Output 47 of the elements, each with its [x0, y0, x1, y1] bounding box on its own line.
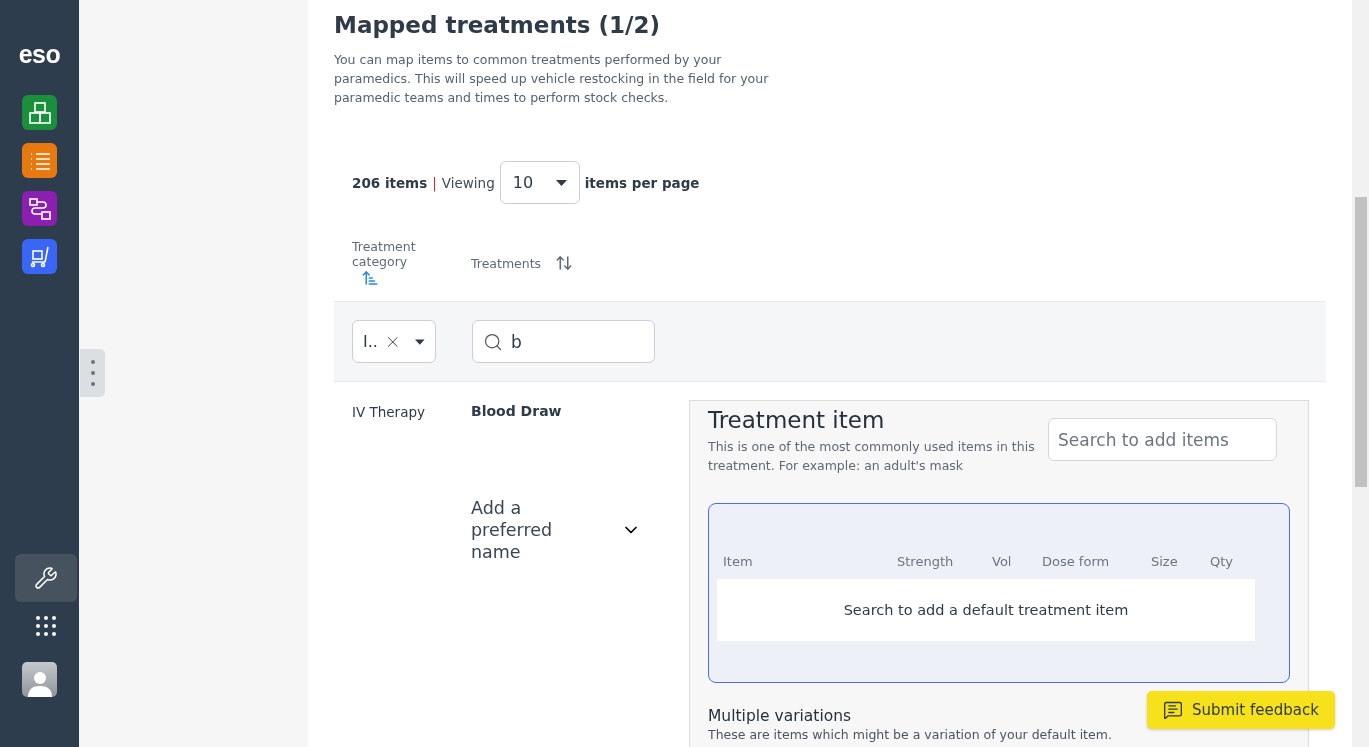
viewing-label: Viewing [441, 174, 495, 191]
avatar[interactable] [22, 662, 57, 697]
section-description: These are items which might be a variation of your default item. [708, 727, 1112, 742]
treatment-name: Blood Draw [471, 402, 563, 419]
wrench-icon [34, 566, 58, 590]
section-title: Multiple variations [708, 707, 852, 725]
page-title: Mapped treatments (1/2) [334, 12, 661, 38]
apps-grid-icon [36, 616, 56, 636]
scrollbar[interactable] [1352, 0, 1369, 747]
empty-message: Search to add a default treatment item [717, 579, 1255, 641]
caret-icon [555, 179, 567, 186]
column-header: Item [723, 553, 754, 569]
column-header: Vol [992, 553, 1013, 569]
treatment-search-field[interactable]: b [472, 320, 655, 363]
logo: eso [18, 40, 61, 69]
column-header: Treatments [471, 255, 542, 271]
per-page-label: items per page [584, 174, 700, 191]
separator: | [432, 174, 437, 191]
preferred-name-expander[interactable]: Add a preferred name [471, 497, 641, 563]
flow-icon [27, 196, 52, 221]
column-header: Size [1151, 553, 1179, 569]
column-header: Dose form [1042, 553, 1111, 569]
caret-icon [415, 338, 425, 345]
per-page-select[interactable]: 10 [499, 161, 580, 204]
item-count: 206 items [352, 174, 428, 191]
tools-button[interactable] [15, 554, 77, 602]
add-items-search-field[interactable]: Search to add items [1048, 418, 1277, 461]
panel-handle[interactable] [80, 349, 105, 397]
app-button[interactable] [22, 191, 57, 226]
sort-icon[interactable] [555, 254, 574, 272]
sort-ascending-icon[interactable] [361, 269, 379, 287]
chat-icon [1163, 700, 1183, 720]
category-filter[interactable]: I.. [352, 320, 436, 363]
column-header: Treatment category [352, 239, 417, 269]
column-header: Qty [1210, 553, 1235, 569]
table-cell-text: IV Therapy [352, 403, 426, 422]
page-description: You can map items to common treatments performed by your paramedics. This will speed up vehicle restocking in the field for your paramedic teams and times to perform stock checks. [334, 51, 770, 107]
panel-description: This is one of the most commonly used items in this treatment. For example: an adult's mask [708, 438, 1036, 475]
column-header: Strength [897, 553, 955, 569]
search-icon [483, 331, 503, 352]
app-button[interactable] [22, 95, 57, 130]
feedback-button[interactable]: Submit feedback [1147, 691, 1335, 729]
boxes-icon [27, 100, 52, 125]
app-button[interactable] [22, 143, 57, 178]
app-button[interactable] [22, 239, 57, 274]
more-icon [90, 359, 95, 387]
panel-title: Treatment item [708, 407, 886, 433]
